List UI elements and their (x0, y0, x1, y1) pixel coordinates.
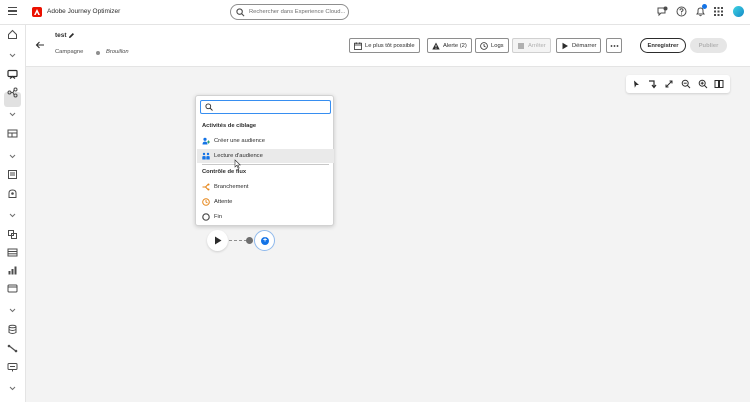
toggle-panel-icon[interactable] (714, 79, 724, 89)
canvas-toolbar (626, 75, 730, 93)
assets-icon[interactable] (7, 283, 18, 294)
campaign-type: Campagne (55, 49, 84, 55)
apps-grid-icon[interactable] (713, 6, 724, 17)
wait-icon (202, 198, 210, 206)
global-search-input[interactable]: Rechercher dans Experience Cloud... (230, 4, 349, 20)
status-indicator (96, 51, 100, 55)
sources-icon[interactable] (7, 343, 18, 354)
activity-item-label: Attente (214, 199, 233, 205)
activity-search-input[interactable] (200, 100, 331, 114)
activity-item-label: Fin (214, 214, 223, 220)
start-label: Démarrer (572, 42, 597, 49)
clock-icon (480, 41, 488, 50)
select-pointer-icon[interactable] (631, 79, 641, 89)
activity-picker-popover: Activités de ciblage Créer une audience … (195, 95, 334, 226)
section-heading-targeting: Activités de ciblage (202, 123, 257, 129)
schedule-button[interactable]: Le plus tôt possible (349, 38, 420, 53)
transition-connector (229, 240, 247, 241)
calendar-icon (354, 41, 362, 50)
content-templates-icon[interactable] (7, 128, 18, 139)
app-name[interactable]: Adobe Journey Optimizer (47, 8, 120, 15)
logs-button[interactable]: Logs (475, 38, 509, 53)
more-icon (610, 44, 618, 47)
help-icon[interactable] (676, 6, 687, 17)
left-nav-rail (0, 25, 26, 402)
chevron-down-icon[interactable] (7, 210, 18, 221)
fork-icon (202, 183, 210, 191)
home-icon[interactable] (7, 29, 18, 40)
stop-label: Arrêter (528, 42, 546, 49)
chevron-down-icon[interactable] (7, 151, 18, 162)
campaign-header: test Campagne Brouillon Le plus tôt poss… (26, 25, 750, 67)
channels-icon[interactable] (7, 362, 18, 373)
workflow-canvas[interactable] (26, 67, 750, 402)
play-icon (562, 42, 568, 49)
journeys-icon[interactable] (7, 87, 18, 98)
schemas-icon[interactable] (7, 247, 18, 258)
auto-layout-icon[interactable] (647, 79, 657, 89)
edit-pencil-icon[interactable] (68, 32, 75, 39)
chevron-down-icon[interactable] (7, 383, 18, 394)
plus-icon: + (261, 237, 269, 245)
menu-icon[interactable] (8, 7, 17, 16)
campaign-name: test (55, 32, 67, 39)
section-heading-flow-control: Contrôle de flux (202, 169, 247, 175)
campaign-status: Brouillon (106, 49, 129, 55)
schedule-label: Le plus tôt possible (365, 42, 415, 49)
chevron-down-icon[interactable] (7, 305, 18, 316)
activity-item-create-audience[interactable]: Créer une audience (197, 134, 334, 148)
more-options-button[interactable] (606, 38, 622, 53)
avatar[interactable] (733, 6, 744, 17)
datasets-icon[interactable] (7, 324, 18, 335)
activity-item-wait[interactable]: Attente (197, 195, 334, 209)
alert-icon (432, 42, 440, 49)
stop-button[interactable]: Arrêter (512, 38, 551, 53)
fit-to-screen-icon[interactable] (664, 79, 674, 89)
section-divider (202, 164, 329, 165)
activity-item-label: Branchement (214, 184, 249, 190)
activity-item-label: Créer une audience (214, 138, 265, 144)
analytics-icon[interactable] (7, 265, 18, 276)
activity-item-read-audience[interactable]: Lecture d'audience (197, 149, 334, 163)
add-activity-button[interactable]: + (254, 230, 275, 251)
logs-label: Logs (491, 42, 504, 49)
stop-icon (518, 42, 524, 49)
adobe-logo-icon[interactable] (32, 7, 42, 17)
save-button[interactable]: Enregistrer (640, 38, 686, 53)
read-audience-icon (202, 152, 210, 160)
publish-button[interactable]: Publier (690, 38, 727, 53)
search-icon (236, 8, 245, 17)
end-icon (202, 213, 210, 221)
alert-button[interactable]: Alerte (2) (427, 38, 472, 53)
offers-icon[interactable] (7, 188, 18, 199)
play-icon (215, 236, 222, 245)
activity-item-fork[interactable]: Branchement (197, 180, 334, 194)
start-button[interactable]: Démarrer (556, 38, 602, 53)
notification-badge (702, 4, 707, 9)
mouse-cursor-icon (234, 159, 241, 169)
campaigns-icon[interactable] (7, 69, 18, 80)
zoom-out-icon[interactable] (681, 79, 691, 89)
connector-endpoint[interactable] (246, 237, 253, 244)
activity-item-end[interactable]: Fin (197, 210, 334, 224)
start-node[interactable] (207, 230, 228, 251)
search-icon (205, 103, 213, 111)
alert-label: Alerte (2) (443, 42, 467, 49)
zoom-in-icon[interactable] (698, 79, 708, 89)
chevron-down-icon[interactable] (7, 109, 18, 120)
top-bar: Adobe Journey Optimizer Rechercher dans … (0, 0, 750, 25)
back-arrow-icon[interactable] (35, 40, 45, 50)
chevron-down-icon[interactable] (7, 50, 18, 61)
create-audience-icon (202, 137, 210, 145)
notifications-feed-icon[interactable] (657, 6, 668, 17)
search-placeholder: Rechercher dans Experience Cloud... (249, 8, 346, 15)
audiences-icon[interactable] (7, 229, 18, 240)
reports-icon[interactable] (7, 169, 18, 180)
